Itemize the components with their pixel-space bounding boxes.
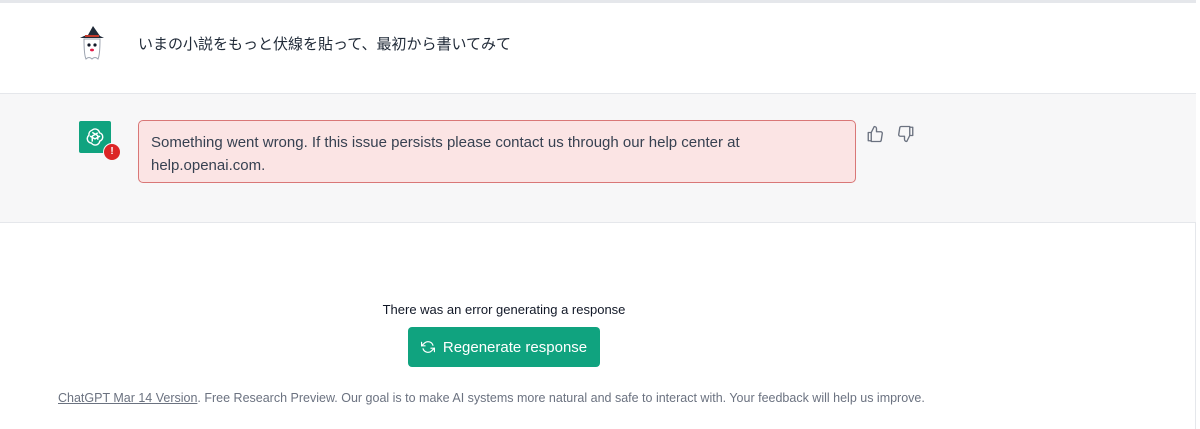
generation-error-text: There was an error generating a response — [382, 302, 626, 317]
footer-text: . Free Research Preview. Our goal is to … — [197, 391, 925, 405]
thumbs-down-icon — [898, 125, 914, 143]
openai-logo-icon — [86, 128, 104, 146]
error-message-text: Something went wrong. If this issue pers… — [151, 134, 740, 174]
refresh-icon — [420, 341, 435, 353]
error-message-box: Something went wrong. If this issue pers… — [138, 120, 856, 183]
witch-ghost-avatar-icon — [80, 26, 104, 60]
user-message-row: いまの小説をもっと伏線を貼って、最初から書いてみて — [0, 3, 1196, 94]
assistant-message-row: ! Something went wrong. If this issue pe… — [0, 94, 1196, 223]
user-avatar — [76, 25, 108, 61]
thumbs-up-icon — [867, 125, 883, 143]
footer-disclaimer: ChatGPT Mar 14 Version. Free Research Pr… — [58, 391, 925, 405]
version-link[interactable]: ChatGPT Mar 14 Version — [58, 391, 197, 405]
regenerate-button-label: Regenerate response — [442, 338, 588, 356]
thumbs-down-button[interactable] — [896, 124, 916, 144]
user-message-text: いまの小説をもっと伏線を貼って、最初から書いてみて — [138, 35, 512, 53]
chat-page: いまの小説をもっと伏線を貼って、最初から書いてみて ! Something we… — [0, 0, 1200, 429]
regenerate-response-button[interactable]: Regenerate response — [408, 327, 600, 367]
error-badge: ! — [103, 143, 121, 161]
thumbs-up-button[interactable] — [865, 124, 885, 144]
